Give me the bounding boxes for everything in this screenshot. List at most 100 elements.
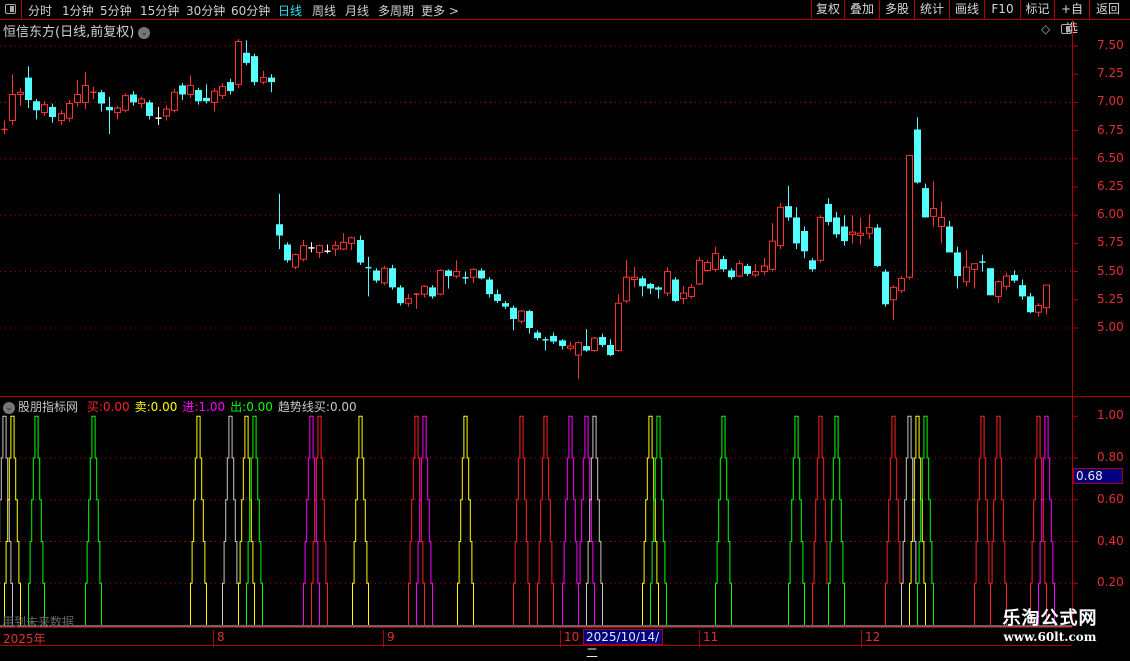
candle[interactable]: [308, 242, 315, 253]
candle[interactable]: [639, 276, 646, 297]
candle[interactable]: [211, 87, 218, 112]
candle[interactable]: [655, 286, 662, 299]
candle[interactable]: [429, 285, 436, 299]
candle[interactable]: [276, 193, 283, 250]
candle[interactable]: [17, 87, 24, 106]
indicator-name[interactable]: 股朋指标网: [18, 400, 78, 414]
candle[interactable]: [453, 260, 460, 279]
candle[interactable]: [163, 105, 170, 121]
candle[interactable]: [98, 89, 105, 112]
candle[interactable]: [866, 214, 873, 239]
candle[interactable]: [235, 39, 242, 88]
candle[interactable]: [817, 215, 824, 263]
candle[interactable]: [25, 66, 32, 109]
candle[interactable]: [9, 74, 16, 125]
candle[interactable]: [268, 74, 275, 93]
candle[interactable]: [801, 226, 808, 259]
candle[interactable]: [437, 269, 444, 296]
candle[interactable]: [365, 256, 372, 297]
candle[interactable]: [219, 83, 226, 100]
candle[interactable]: [357, 235, 364, 265]
candle[interactable]: [130, 91, 137, 106]
candle[interactable]: [954, 246, 961, 289]
candle[interactable]: [405, 294, 412, 307]
candle[interactable]: [857, 217, 864, 245]
candle[interactable]: [938, 201, 945, 244]
candle[interactable]: [462, 271, 469, 285]
candle[interactable]: [777, 202, 784, 250]
candle[interactable]: [567, 341, 574, 351]
candle[interactable]: [728, 268, 735, 280]
candle[interactable]: [704, 260, 711, 272]
candle[interactable]: [946, 220, 953, 253]
candle[interactable]: [518, 309, 525, 324]
candle[interactable]: [494, 289, 501, 304]
candle[interactable]: [389, 264, 396, 290]
candle[interactable]: [930, 181, 937, 227]
candle[interactable]: [963, 250, 970, 287]
candle[interactable]: [833, 211, 840, 238]
candle[interactable]: [914, 117, 921, 184]
candle[interactable]: [146, 100, 153, 120]
candle[interactable]: [793, 207, 800, 250]
candle[interactable]: [138, 96, 145, 109]
candle[interactable]: [106, 96, 113, 134]
candle[interactable]: [510, 305, 517, 331]
candle[interactable]: [1027, 293, 1034, 314]
candle[interactable]: [995, 280, 1002, 304]
candle[interactable]: [171, 88, 178, 113]
candle[interactable]: [316, 244, 323, 259]
candle[interactable]: [373, 268, 380, 283]
candle[interactable]: [292, 253, 299, 270]
candle[interactable]: [987, 268, 994, 296]
candle[interactable]: [381, 265, 388, 286]
candle[interactable]: [486, 277, 493, 298]
candle[interactable]: [251, 53, 258, 86]
candle[interactable]: [41, 101, 48, 116]
candle[interactable]: [744, 263, 751, 277]
candle[interactable]: [647, 282, 654, 295]
candle[interactable]: [348, 236, 355, 251]
candle[interactable]: [260, 70, 267, 85]
candle[interactable]: [623, 260, 630, 304]
candle[interactable]: [550, 332, 557, 344]
candle[interactable]: [712, 246, 719, 272]
candle[interactable]: [631, 267, 638, 288]
candle[interactable]: [906, 154, 913, 280]
candle[interactable]: [664, 267, 671, 297]
candle[interactable]: [470, 268, 477, 283]
candle[interactable]: [559, 339, 566, 350]
candle[interactable]: [542, 337, 549, 351]
candle[interactable]: [874, 224, 881, 268]
candle[interactable]: [203, 84, 210, 104]
candle[interactable]: [696, 256, 703, 286]
candle[interactable]: [397, 285, 404, 306]
candle[interactable]: [74, 79, 81, 107]
candle[interactable]: [502, 300, 509, 309]
candle[interactable]: [720, 255, 727, 272]
candle[interactable]: [445, 269, 452, 289]
candle[interactable]: [33, 99, 40, 120]
panel-divider[interactable]: [0, 396, 1130, 397]
candle[interactable]: [1003, 272, 1010, 290]
candle[interactable]: [66, 100, 73, 122]
candle[interactable]: [243, 40, 250, 66]
candle[interactable]: [591, 337, 598, 352]
candle[interactable]: [971, 263, 978, 289]
candle[interactable]: [1011, 270, 1018, 283]
candle[interactable]: [922, 183, 929, 218]
candle[interactable]: [90, 86, 97, 100]
candle[interactable]: [761, 258, 768, 275]
candle[interactable]: [332, 241, 339, 256]
candle[interactable]: [809, 258, 816, 272]
candle[interactable]: [672, 277, 679, 303]
candle[interactable]: [122, 93, 129, 113]
candle[interactable]: [979, 254, 986, 272]
candle[interactable]: [413, 293, 420, 309]
candle[interactable]: [1035, 303, 1042, 317]
candle[interactable]: [49, 103, 56, 123]
candle[interactable]: [340, 233, 347, 251]
candle[interactable]: [615, 294, 622, 352]
candle[interactable]: [898, 276, 905, 294]
candle[interactable]: [82, 71, 89, 110]
